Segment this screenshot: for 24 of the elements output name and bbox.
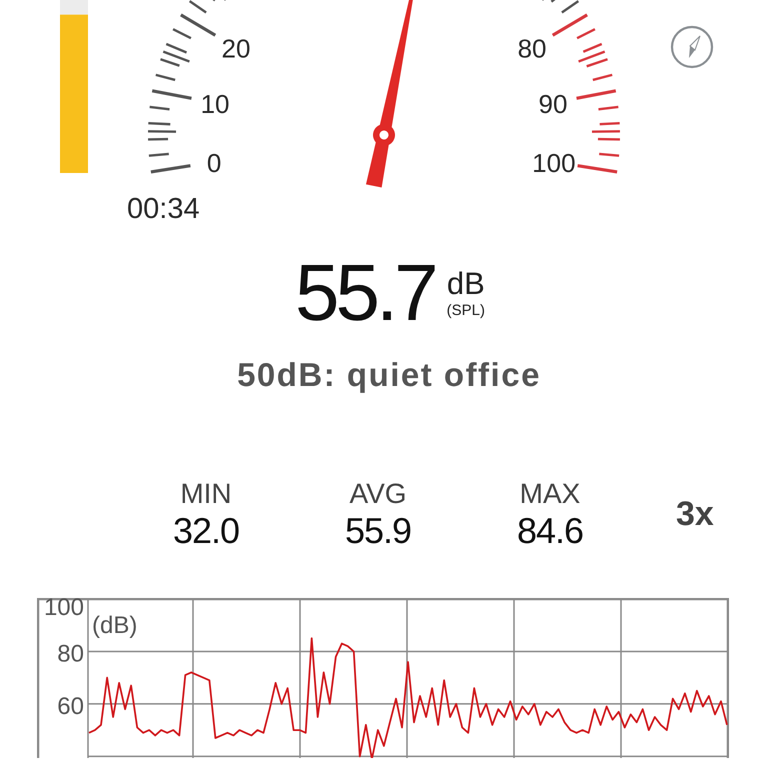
level-meter-track [60,0,88,15]
stat-label: MAX [520,476,580,510]
axis-label: 80 [57,640,84,668]
scale-label: 100 [532,148,576,178]
unit-label: (dB) [92,612,138,639]
unit-label: dB [446,268,485,298]
scale-label: 10 [200,88,230,119]
scale-label: 80 [518,33,546,64]
stat-value: 84.6 [516,510,584,552]
weighting-label: (SPL) [446,302,486,318]
stat-label: MIN [180,476,232,510]
reference-text: 50dB: quiet office [236,356,542,394]
scale-label: 90 [538,88,568,119]
stat-value: 55.9 [344,510,412,552]
stat-label: AVG [349,476,407,510]
compass-icon[interactable] [670,26,714,68]
speed-button[interactable]: 3x [672,494,718,534]
sound-level-reading: 55.7 [294,253,435,333]
axis-label: 60 [57,692,84,720]
scale-label: 20 [222,33,250,64]
elapsed-time: 00:34 [127,193,200,225]
axis-label: 100 [44,598,84,621]
scale-label: 0 [206,148,222,178]
stat-value: 32.0 [172,510,240,552]
